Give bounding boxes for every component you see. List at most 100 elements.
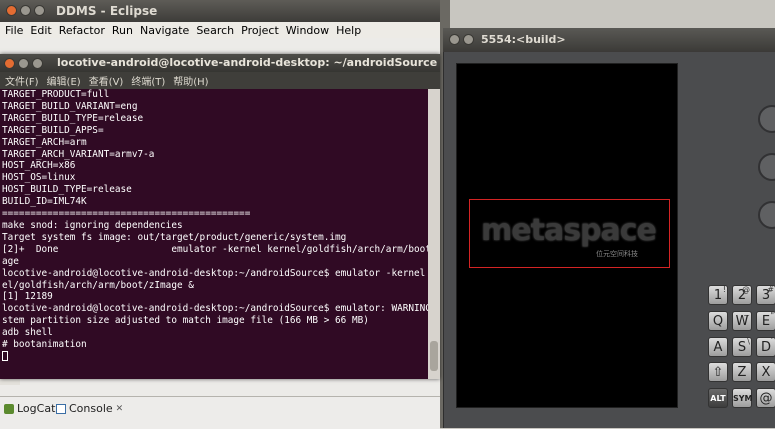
eclipse-titlebar: DDMS - Eclipse <box>0 0 440 22</box>
key-1[interactable]: 1! <box>708 285 728 305</box>
key-3[interactable]: 3 # <box>756 285 775 305</box>
emulator-window-controls <box>449 34 474 45</box>
terminal-line: [1] 12189 <box>2 291 53 303</box>
key-label: ⇧ <box>712 365 724 380</box>
emulator-title: 5554:<build> <box>481 33 566 46</box>
eclipse-window-controls <box>6 5 45 16</box>
key-w[interactable]: W ~ <box>732 311 752 331</box>
terminal-menu-file[interactable]: 文件(F) <box>5 73 39 88</box>
terminal-prompt-line <box>0 351 428 363</box>
terminal-line: locotive-android@locotive-android-deskto… <box>2 267 428 279</box>
terminal-line: TARGET_BUILD_VARIANT=eng <box>2 100 138 112</box>
key-alt[interactable]: ALT <box>708 388 728 408</box>
terminal-line: BUILD_ID=IML74K <box>2 196 87 208</box>
boot-logo-subtitle: 位元空间科技 <box>596 250 638 258</box>
key-e[interactable]: E " <box>756 311 775 331</box>
terminal-line: TARGET_BUILD_APPS= <box>2 124 104 136</box>
menu-help[interactable]: Help <box>336 24 361 37</box>
key-sup-label: \ <box>747 337 750 346</box>
key-2[interactable]: 2 @ <box>732 285 752 305</box>
terminal-line: make snod: ignoring dependencies <box>2 219 183 231</box>
terminal-menu-terminal[interactable]: 终端(T) <box>131 73 165 88</box>
console-icon <box>56 403 66 414</box>
key-sup-label: ` <box>770 337 774 346</box>
key-shift[interactable]: ⇧ <box>708 362 728 382</box>
emulator-titlebar: 5554:<build> <box>443 28 775 52</box>
close-icon[interactable] <box>449 34 460 45</box>
terminal-menu-help[interactable]: 帮助(H) <box>173 73 208 88</box>
key-label: X <box>761 365 771 380</box>
terminal-titlebar: locotive-android@locotive-android-deskto… <box>0 54 440 72</box>
key-d[interactable]: D ` <box>756 337 775 357</box>
terminal-scrollbar[interactable] <box>428 89 440 379</box>
terminal-line: HOST_BUILD_TYPE=release <box>2 184 132 196</box>
terminal-line: el/goldfish/arch/arm/boot/zImage & <box>2 279 194 291</box>
terminal-line: ========================================… <box>2 208 251 220</box>
key-sym[interactable]: SYM <box>732 388 753 408</box>
key-x[interactable]: X <box>756 362 775 382</box>
key-at[interactable]: @ <box>756 388 775 408</box>
key-a[interactable]: A <box>708 337 728 357</box>
menu-edit[interactable]: Edit <box>30 24 51 37</box>
maximize-icon[interactable] <box>32 58 43 69</box>
maximize-icon[interactable] <box>34 5 45 16</box>
key-label: S <box>737 340 747 355</box>
boot-logo: metaspace <box>481 213 657 248</box>
terminal-menu-view[interactable]: 查看(V) <box>89 73 124 88</box>
terminal-menubar: 文件(F) 编辑(E) 查看(V) 终端(T) 帮助(H) <box>0 72 440 89</box>
terminal-line: adb shell <box>2 327 53 339</box>
minimize-icon[interactable] <box>20 5 31 16</box>
terminal-line: HOST_OS=linux <box>2 172 76 184</box>
menu-file[interactable]: File <box>5 24 23 37</box>
tab-logcat[interactable]: LogCat <box>4 402 55 415</box>
terminal-line: stem partition size adjusted to match im… <box>2 315 369 327</box>
terminal-line: TARGET_ARCH_VARIANT=armv7-a <box>2 148 155 160</box>
key-sup-label: " <box>770 311 774 320</box>
terminal-window: locotive-android@locotive-android-deskto… <box>0 54 440 379</box>
terminal-output[interactable]: TARGET_PRODUCT=full TARGET_BUILD_VARIANT… <box>0 89 428 379</box>
close-icon[interactable] <box>6 5 17 16</box>
terminal-line: TARGET_ARCH=arm <box>2 136 87 148</box>
close-icon[interactable] <box>4 58 15 69</box>
eclipse-window-title: DDMS - Eclipse <box>56 4 158 18</box>
key-sup-label: @ <box>742 285 750 294</box>
menu-search[interactable]: Search <box>196 24 234 37</box>
terminal-menu-edit[interactable]: 编辑(E) <box>47 73 81 88</box>
scrollbar-thumb[interactable] <box>430 341 438 371</box>
minimize-icon[interactable] <box>18 58 29 69</box>
tab-console[interactable]: Console ✕ <box>56 402 123 415</box>
terminal-cursor <box>2 351 8 362</box>
key-label: Q <box>712 314 724 329</box>
key-sup-label: # <box>767 285 774 294</box>
key-label: ALT <box>710 394 726 403</box>
key-q[interactable]: Q <box>708 311 728 331</box>
key-s[interactable]: S \ <box>732 337 752 357</box>
key-label: Z <box>737 365 747 380</box>
terminal-line: # bootanimation <box>2 339 87 351</box>
key-label: 1 <box>713 288 723 303</box>
terminal-line: Target system fs image: out/target/produ… <box>2 231 347 243</box>
close-tab-icon[interactable]: ✕ <box>116 404 124 414</box>
logcat-icon <box>4 403 14 414</box>
key-sup-label: ~ <box>743 311 750 320</box>
tab-console-label: Console <box>69 402 113 415</box>
terminal-line: TARGET_PRODUCT=full <box>2 89 110 100</box>
terminal-line: HOST_ARCH=x86 <box>2 160 76 172</box>
menu-refactor[interactable]: Refactor <box>59 24 105 37</box>
tab-logcat-label: LogCat <box>17 402 56 415</box>
key-label: @ <box>759 391 773 406</box>
terminal-line: [2]+ Done emulator -kernel kernel/goldfi… <box>2 243 428 255</box>
menu-navigate[interactable]: Navigate <box>140 24 189 37</box>
key-label: SYM <box>733 394 753 403</box>
key-label: A <box>713 340 723 355</box>
key-sup-label: ! <box>722 285 726 294</box>
terminal-line: locotive-android@locotive-android-deskto… <box>2 303 428 315</box>
menu-window[interactable]: Window <box>286 24 329 37</box>
minimize-icon[interactable] <box>463 34 474 45</box>
key-z[interactable]: Z <box>732 362 752 382</box>
menu-run[interactable]: Run <box>112 24 133 37</box>
eclipse-bottom-tabs: LogCat Console ✕ <box>0 396 440 429</box>
key-label: E <box>761 314 771 329</box>
menu-project[interactable]: Project <box>241 24 279 37</box>
terminal-line: TARGET_BUILD_TYPE=release <box>2 112 144 124</box>
